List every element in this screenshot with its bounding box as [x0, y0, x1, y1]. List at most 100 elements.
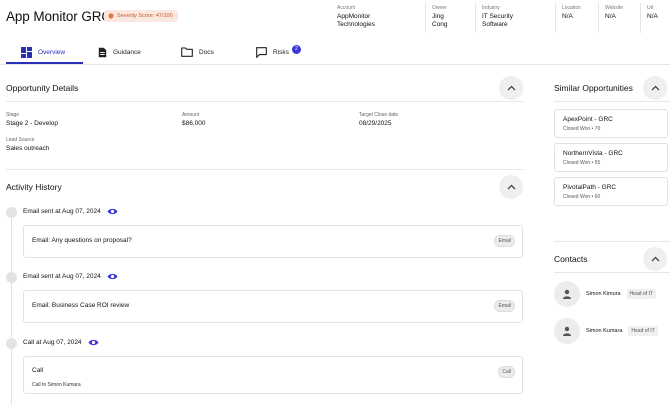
chat-icon — [256, 46, 267, 58]
activity-subtext: Call to Simon Kumara — [32, 382, 81, 388]
activity-type-tag: Email — [494, 300, 515, 312]
tab-risks[interactable]: Risks 2 — [256, 44, 301, 60]
activity-card[interactable]: Call Call to Simon Kumara Call — [23, 356, 523, 394]
activity-type-tag: Email — [494, 235, 515, 247]
similar-status: Closed Won • 70 — [563, 126, 601, 132]
meta-value: N/A — [562, 13, 573, 20]
divider — [554, 101, 670, 102]
divider — [475, 3, 476, 33]
severity-badge: Severity Score: 47/100 — [104, 10, 178, 22]
similar-opportunity-card[interactable]: PivotalPath - GRC Closed Won • 60 — [554, 177, 668, 206]
divider — [598, 3, 599, 33]
contact-row[interactable]: Simon Kimura Head of IT — [554, 281, 656, 307]
field-value: $86,000 — [182, 120, 206, 127]
grid-icon — [21, 46, 32, 58]
severity-text: Severity Score: 47/100 — [117, 13, 173, 19]
contact-role: Head of IT — [626, 289, 656, 299]
tab-guidance[interactable]: Guidance — [98, 44, 141, 60]
shield-icon — [108, 13, 114, 19]
activity-heading-text: Email sent at Aug 07, 2024 — [23, 208, 101, 215]
activity-text: Email: Any questions on proposal? — [32, 237, 132, 244]
tab-label: Overview — [38, 48, 66, 56]
timeline-dot — [6, 338, 17, 349]
person-icon — [563, 326, 571, 336]
risk-count-badge: 2 — [291, 44, 301, 54]
field-value: Stage 2 - Develop — [6, 120, 59, 127]
eye-icon[interactable] — [107, 208, 118, 215]
contact-row[interactable]: Simon Kumara Head of IT — [554, 318, 658, 344]
section-title-activity: Activity History — [6, 182, 62, 192]
collapse-button[interactable] — [643, 76, 667, 100]
section-title-opportunity: Opportunity Details — [6, 83, 79, 93]
divider — [555, 3, 556, 33]
similar-status: Closed Won • 60 — [563, 194, 601, 200]
avatar — [554, 318, 580, 344]
tab-label: Guidance — [113, 48, 141, 56]
section-title-similar: Similar Opportunities — [554, 83, 633, 93]
divider — [554, 241, 670, 242]
field-label: Stage — [6, 112, 20, 118]
meta-website: Website N/A — [605, 5, 623, 21]
meta-account: Account AppMonitor Technologies — [337, 5, 375, 29]
field-label: Amount — [182, 112, 200, 118]
divider — [425, 3, 426, 33]
chevron-up-icon — [651, 256, 659, 262]
similar-name: ApexPoint - GRC — [563, 116, 613, 123]
collapse-button[interactable] — [499, 76, 523, 100]
field-value: Sales outreach — [6, 145, 50, 152]
activity-text: Call — [32, 367, 44, 374]
meta-value: Jing — [432, 13, 444, 20]
collapse-button[interactable] — [643, 247, 667, 271]
meta-value: N/A — [647, 13, 658, 20]
activity-heading-text: Call at Aug 07, 2024 — [23, 339, 82, 346]
tab-label: Risks — [273, 48, 289, 56]
field-stage: Stage Stage 2 - Develop — [6, 112, 58, 127]
meta-value: N/A — [605, 13, 616, 20]
contact-role: Head of IT — [628, 326, 658, 336]
meta-value: Technologies — [337, 21, 375, 28]
contact-name: Simon Kimura — [586, 291, 621, 297]
meta-value: AppMonitor — [337, 13, 371, 20]
meta-url: Url N/A — [647, 5, 658, 21]
activity-card[interactable]: Email: Any questions on proposal? Email — [23, 225, 523, 258]
avatar — [554, 281, 580, 307]
timeline-dot — [6, 207, 17, 218]
activity-card[interactable]: Email: Business Case ROI review Email — [23, 290, 523, 323]
collapse-button[interactable] — [499, 175, 523, 199]
similar-opportunity-card[interactable]: NorthernVista - GRC Closed Won • 55 — [554, 143, 668, 172]
divider — [6, 101, 524, 102]
chevron-up-icon — [507, 184, 515, 190]
field-value: 08/29/2025 — [359, 120, 392, 127]
eye-icon[interactable] — [88, 339, 99, 346]
meta-label: Industry — [482, 5, 500, 11]
section-title-contacts: Contacts — [554, 254, 588, 264]
meta-location: Location N/A — [562, 5, 581, 21]
similar-opportunity-card[interactable]: ApexPoint - GRC Closed Won • 70 — [554, 109, 668, 138]
meta-owner: Owner Jing Cong — [432, 5, 448, 29]
tab-label: Docs — [199, 48, 214, 56]
divider — [6, 169, 524, 170]
activity-heading-text: Email sent at Aug 07, 2024 — [23, 273, 101, 280]
tab-overview[interactable]: Overview — [21, 44, 65, 60]
meta-value: IT Security — [482, 13, 513, 20]
field-label: Target Close date — [359, 112, 399, 118]
similar-name: PivotalPath - GRC — [563, 184, 617, 191]
chevron-up-icon — [507, 85, 515, 91]
timeline-dot — [6, 272, 17, 283]
meta-label: Url — [647, 5, 654, 11]
meta-label: Owner — [432, 5, 447, 11]
eye-icon[interactable] — [107, 273, 118, 280]
field-label: Lead Source — [6, 137, 35, 143]
meta-value: Cong — [432, 21, 448, 28]
contact-name: Simon Kumara — [586, 328, 623, 334]
meta-label: Website — [605, 5, 623, 11]
divider — [554, 272, 670, 273]
field-target-close: Target Close date 08/29/2025 — [359, 112, 398, 127]
activity-type-tag: Call — [498, 366, 515, 378]
tabs-divider — [0, 64, 670, 65]
timeline-line — [11, 213, 12, 405]
folder-icon — [181, 47, 193, 57]
similar-status: Closed Won • 55 — [563, 160, 601, 166]
tab-docs[interactable]: Docs — [181, 44, 214, 60]
page-title: App Monitor GRC — [6, 9, 112, 24]
